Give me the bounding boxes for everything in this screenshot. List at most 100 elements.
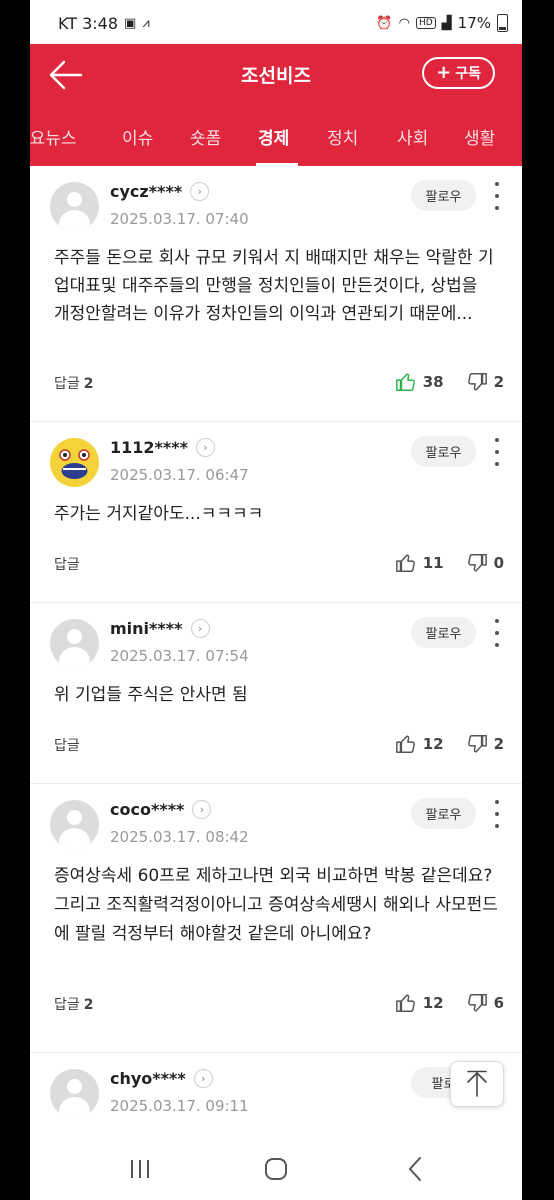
reply-button[interactable]: 답글: [54, 735, 84, 755]
avatar[interactable]: [50, 800, 99, 849]
status-left: KT 3:48 ▣ ⩘: [58, 14, 150, 33]
thumbs-up-icon[interactable]: [395, 733, 417, 755]
like-count: 12: [422, 735, 444, 753]
avatar[interactable]: [50, 182, 99, 231]
system-nav-bar: [30, 1140, 522, 1200]
vote-group: 12 6: [395, 992, 504, 1014]
tab-politics[interactable]: 정치: [327, 124, 358, 149]
like-count: 12: [422, 994, 444, 1012]
comment-item: mini**** › 2025.03.17. 07:54 팔로우 위 기업들 주…: [30, 603, 522, 784]
home-button[interactable]: [256, 1154, 296, 1184]
comment-user[interactable]: chyo**** ›: [110, 1069, 213, 1088]
reply-button[interactable]: 답글: [54, 554, 84, 574]
reply-button[interactable]: 답글 2: [54, 373, 94, 393]
plus-icon: +: [436, 62, 452, 83]
comment-text: 주주들 돈으로 회사 규모 키워서 지 배때지만 채우는 악랄한 기업대표및 대…: [54, 248, 494, 324]
chevron-right-icon: ›: [192, 800, 212, 819]
status-right: ⏰ ◠ HD ▟ 17%: [376, 14, 508, 32]
username: cycz****: [110, 182, 183, 201]
username: 1112****: [110, 438, 188, 457]
more-vertical-icon[interactable]: [490, 182, 504, 210]
nav-back-icon: [408, 1157, 421, 1181]
tab-issue[interactable]: 이슈: [122, 124, 153, 149]
more-vertical-icon[interactable]: [490, 438, 504, 466]
tab-life[interactable]: 생활: [464, 124, 495, 149]
comment-footer: 답글 11 0: [54, 552, 504, 576]
thumbs-up-icon[interactable]: [395, 552, 417, 574]
comment-text: 위 기업들 주식은 안사면 됨: [54, 685, 248, 705]
comment-user[interactable]: 1112**** ›: [110, 438, 215, 457]
thumbs-down-icon[interactable]: [466, 552, 488, 574]
comment-user[interactable]: coco**** ›: [110, 800, 212, 819]
follow-button[interactable]: 팔로우: [411, 436, 476, 467]
dislike-count: 2: [493, 373, 504, 391]
chevron-right-icon: ›: [190, 619, 210, 638]
app-header: 조선비즈 + 구독: [30, 44, 522, 106]
username: mini****: [110, 619, 183, 638]
avatar[interactable]: [50, 1069, 99, 1118]
thumbs-down-icon[interactable]: [466, 733, 488, 755]
thumbs-down-icon[interactable]: [466, 992, 488, 1014]
battery-percent: 17%: [457, 14, 491, 32]
chevron-right-icon: ›: [196, 438, 215, 457]
nav-back-button[interactable]: [396, 1154, 436, 1184]
comment-date: 2025.03.17. 08:42: [110, 828, 249, 846]
avatar[interactable]: [50, 619, 99, 668]
thumbs-up-icon[interactable]: [395, 992, 417, 1014]
thumbs-up-icon[interactable]: [395, 371, 417, 393]
more-vertical-icon[interactable]: [490, 619, 504, 647]
follow-button[interactable]: 팔로우: [411, 180, 476, 211]
hd-icon: HD: [415, 17, 436, 29]
follow-button[interactable]: 팔로우: [411, 798, 476, 829]
comment-item: coco**** › 2025.03.17. 08:42 팔로우 증여상속세 6…: [30, 784, 522, 1053]
tab-main-news[interactable]: 주요뉴스: [30, 124, 77, 149]
category-tabs: 주요뉴스 이슈 숏폼 경제 정치 사회 생활: [30, 106, 522, 166]
comment-date: 2025.03.17. 07:54: [110, 647, 249, 665]
comment-item: chyo**** › 2025.03.17. 09:11 팔로: [30, 1053, 522, 1153]
comment-footer: 답글 2 38 2: [54, 371, 504, 395]
gallery-icon: ▣: [124, 16, 137, 31]
tab-society[interactable]: 사회: [397, 124, 428, 149]
alarm-icon: ⏰: [376, 15, 393, 31]
vote-group: 38 2: [395, 371, 504, 393]
status-bar: KT 3:48 ▣ ⩘ ⏰ ◠ HD ▟ 17%: [30, 0, 522, 44]
subscribe-button[interactable]: + 구독: [422, 57, 495, 89]
thumbs-down-icon[interactable]: [466, 371, 488, 393]
comment-user[interactable]: cycz**** ›: [110, 182, 210, 201]
home-icon: [265, 1158, 287, 1180]
vote-group: 12 2: [395, 733, 504, 755]
comment-text: 주가는 거지같아도...ㅋㅋㅋㅋ: [54, 504, 264, 524]
cell-signal-icon: ▟: [441, 15, 452, 31]
comment-date: 2025.03.17. 09:11: [110, 1097, 249, 1115]
tab-shortform[interactable]: 숏폼: [190, 124, 221, 149]
like-count: 11: [422, 554, 444, 572]
recents-button[interactable]: [120, 1154, 160, 1184]
comment-item: 1112**** › 2025.03.17. 06:47 팔로우 주가는 거지같…: [30, 422, 522, 603]
carrier-time: KT 3:48: [58, 14, 119, 33]
emoji-avatar-icon: [50, 438, 99, 487]
phone-screen: KT 3:48 ▣ ⩘ ⏰ ◠ HD ▟ 17% 조선비즈 + 구독 주요뉴스 …: [30, 0, 522, 1200]
comment-list: cycz**** › 2025.03.17. 07:40 팔로우 주주들 돈으로…: [30, 166, 522, 1153]
scroll-top-button[interactable]: [450, 1061, 504, 1107]
username: chyo****: [110, 1069, 186, 1088]
follow-button[interactable]: 팔로우: [411, 617, 476, 648]
comment-item: cycz**** › 2025.03.17. 07:40 팔로우 주주들 돈으로…: [30, 166, 522, 422]
signal-chart-icon: ⩘: [142, 16, 150, 31]
chevron-right-icon: ›: [190, 182, 210, 201]
comment-date: 2025.03.17. 07:40: [110, 210, 249, 228]
subscribe-label: 구독: [455, 66, 481, 82]
arrow-up-icon: [467, 1070, 487, 1097]
avatar[interactable]: [50, 438, 99, 487]
dislike-count: 2: [493, 735, 504, 753]
more-vertical-icon[interactable]: [490, 800, 504, 828]
comment-footer: 답글 12 2: [54, 733, 504, 757]
dislike-count: 0: [493, 554, 504, 572]
chevron-right-icon: ›: [193, 1069, 213, 1088]
dislike-count: 6: [493, 994, 504, 1012]
wifi-icon: ◠: [398, 15, 410, 31]
comment-user[interactable]: mini**** ›: [110, 619, 210, 638]
tab-economy[interactable]: 경제: [258, 124, 289, 149]
vote-group: 11 0: [395, 552, 504, 574]
reply-button[interactable]: 답글 2: [54, 994, 94, 1014]
comment-footer: 답글 2 12 6: [54, 992, 504, 1016]
